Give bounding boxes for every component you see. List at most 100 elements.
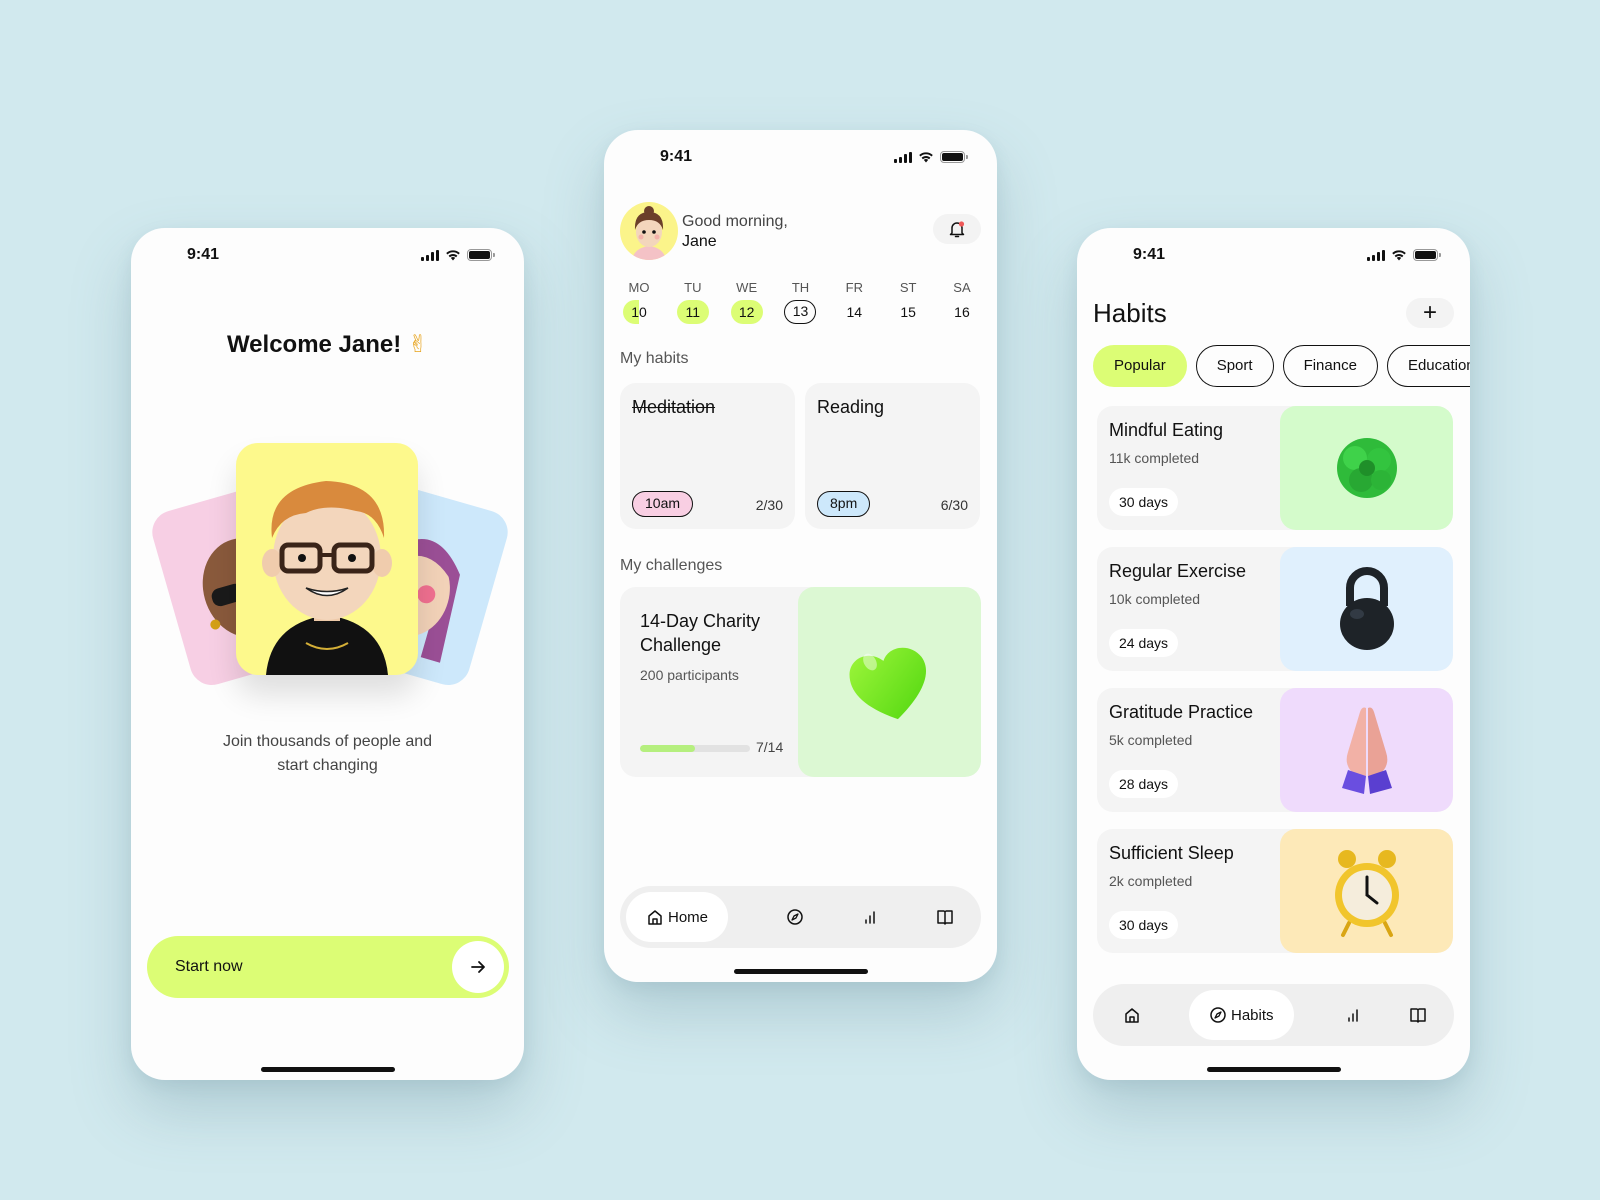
habit-item-gratitude-practice[interactable]: Gratitude Practice 5k completed 28 days <box>1097 688 1453 812</box>
habit-card-meditation[interactable]: Meditation 10am 2/30 <box>620 383 795 529</box>
home-indicator <box>733 969 868 974</box>
calendar-day-th[interactable]: TH 13 <box>775 278 825 324</box>
habit-title: Reading <box>817 397 885 417</box>
habit-time-chip: 10am <box>632 491 694 517</box>
category-chip-popular[interactable]: Popular <box>1093 345 1187 387</box>
home-icon <box>648 910 662 925</box>
habit-image <box>1280 547 1453 671</box>
status-bar: 9:41 <box>604 130 997 186</box>
calendar-day-st[interactable]: ST 15 <box>883 278 933 324</box>
tagline: Join thousands of people and start chang… <box>222 733 433 774</box>
weekday-label: SA <box>953 280 971 295</box>
user-name: Jane <box>682 233 717 250</box>
status-time: 9:41 <box>187 246 220 263</box>
battery-icon <box>1413 249 1441 261</box>
page-title: Habits <box>1093 298 1167 328</box>
greeting: Good morning, Jane <box>682 213 788 250</box>
habit-duration: 30 days <box>1109 488 1179 516</box>
status-time: 9:41 <box>1133 246 1166 263</box>
compass-icon <box>1210 1007 1226 1023</box>
date-number: 11 <box>676 300 709 324</box>
avatar-cards <box>145 443 515 763</box>
category-chip-sport[interactable]: Sport <box>1195 345 1274 387</box>
habit-title: Regular Exercise <box>1109 561 1247 581</box>
habit-completed-count: 10k completed <box>1109 591 1201 607</box>
calendar-day-fr[interactable]: FR 14 <box>829 278 879 324</box>
habit-completed-count: 2k completed <box>1109 873 1193 889</box>
signal-icon <box>421 249 439 261</box>
challenge-image <box>798 587 981 777</box>
habit-image <box>1280 688 1453 812</box>
habit-item-mindful-eating[interactable]: Mindful Eating 11k completed 30 days <box>1097 406 1453 530</box>
praying-hands-icon <box>1341 707 1392 794</box>
wifi-icon <box>446 250 460 261</box>
home-screen: 9:41 Good morning, Jane MO 10 TU 11 WE 12 TH 1 <box>604 130 997 982</box>
my-habits-label: My habits <box>620 350 689 367</box>
habit-item-sufficient-sleep[interactable]: Sufficient Sleep 2k completed 30 days <box>1097 829 1453 953</box>
tab-home[interactable] <box>1107 990 1157 1040</box>
bell-icon <box>949 221 965 238</box>
bottom-tab-bar: Habits <box>1093 984 1454 1046</box>
challenge-progress-text: 7/14 <box>756 739 784 755</box>
habit-title: Sufficient Sleep <box>1109 843 1234 863</box>
book-icon <box>937 910 953 925</box>
signal-icon <box>894 151 912 163</box>
challenge-card[interactable]: 14-Day Charity Challenge 200 participant… <box>620 587 981 777</box>
habit-progress: 2/30 <box>755 497 783 513</box>
week-calendar: MO 10 TU 11 WE 12 TH 13 FR 14 ST 15 SA 16 <box>614 278 987 324</box>
welcome-title: Welcome Jane! ✌ <box>226 330 429 358</box>
notification-dot <box>958 221 965 227</box>
habit-time-chip: 8pm <box>817 491 871 517</box>
wifi-icon <box>919 152 933 163</box>
date-number: 15 <box>900 304 916 320</box>
habits-screen: 9:41 Habits + Popular Sport Finance Educ… <box>1077 228 1470 1080</box>
user-avatar[interactable] <box>620 202 678 260</box>
habit-duration: 28 days <box>1109 770 1179 798</box>
challenge-title: 14-Day Charity Challenge <box>640 611 761 655</box>
status-bar: 9:41 <box>131 228 524 284</box>
tab-stats[interactable] <box>845 892 895 942</box>
calendar-day-tu[interactable]: TU 11 <box>668 278 718 324</box>
arrow-right-icon <box>452 941 504 993</box>
habit-item-regular-exercise[interactable]: Regular Exercise 10k completed 24 days <box>1097 547 1453 671</box>
calendar-day-we[interactable]: WE 12 <box>722 278 772 324</box>
weekday-label: WE <box>736 280 758 295</box>
habit-completed-count: 11k completed <box>1109 450 1200 466</box>
weekday-label: MO <box>628 280 650 295</box>
habit-title: Gratitude Practice <box>1109 702 1254 722</box>
category-chip-education[interactable]: Education <box>1386 345 1470 387</box>
tab-explore[interactable] <box>770 892 820 942</box>
add-habit-button[interactable]: + <box>1406 298 1454 328</box>
date-number: 10 <box>623 300 655 324</box>
habit-duration: 30 days <box>1109 911 1179 939</box>
challenge-progress-bar <box>640 745 750 752</box>
home-icon <box>1125 1008 1139 1023</box>
tab-library[interactable] <box>920 892 970 942</box>
category-chip-finance[interactable]: Finance <box>1282 345 1378 387</box>
calendar-day-sa[interactable]: SA 16 <box>937 278 987 324</box>
notifications-button[interactable] <box>933 214 981 244</box>
start-now-button[interactable]: Start now <box>147 936 509 998</box>
green-heart-icon <box>849 647 926 720</box>
habit-image <box>1280 829 1453 953</box>
habit-card-reading[interactable]: Reading 8pm 6/30 <box>805 383 980 529</box>
avatar-girl-icon <box>632 206 666 260</box>
status-bar: 9:41 <box>1077 228 1470 284</box>
battery-icon <box>467 249 495 261</box>
weekday-label: TH <box>791 280 810 295</box>
onboarding-screen: 9:41 Welcome Jane! ✌ Join thousands of p… <box>131 228 524 1080</box>
tab-habits[interactable]: Habits <box>1189 990 1294 1040</box>
bar-chart-icon <box>865 911 875 924</box>
date-number: 12 <box>730 300 763 324</box>
broccoli-icon <box>1336 438 1397 498</box>
calendar-day-mo[interactable]: MO 10 <box>614 278 664 324</box>
tab-library[interactable] <box>1393 990 1443 1040</box>
habit-image <box>1280 406 1453 530</box>
tab-home[interactable]: Home <box>626 892 729 942</box>
tab-stats[interactable] <box>1328 990 1378 1040</box>
habit-title: Meditation <box>632 397 716 417</box>
avatar-glasses-icon <box>262 481 392 675</box>
weekday-label: TU <box>684 280 702 295</box>
bar-chart-icon <box>1348 1009 1358 1022</box>
book-icon <box>1410 1008 1426 1023</box>
